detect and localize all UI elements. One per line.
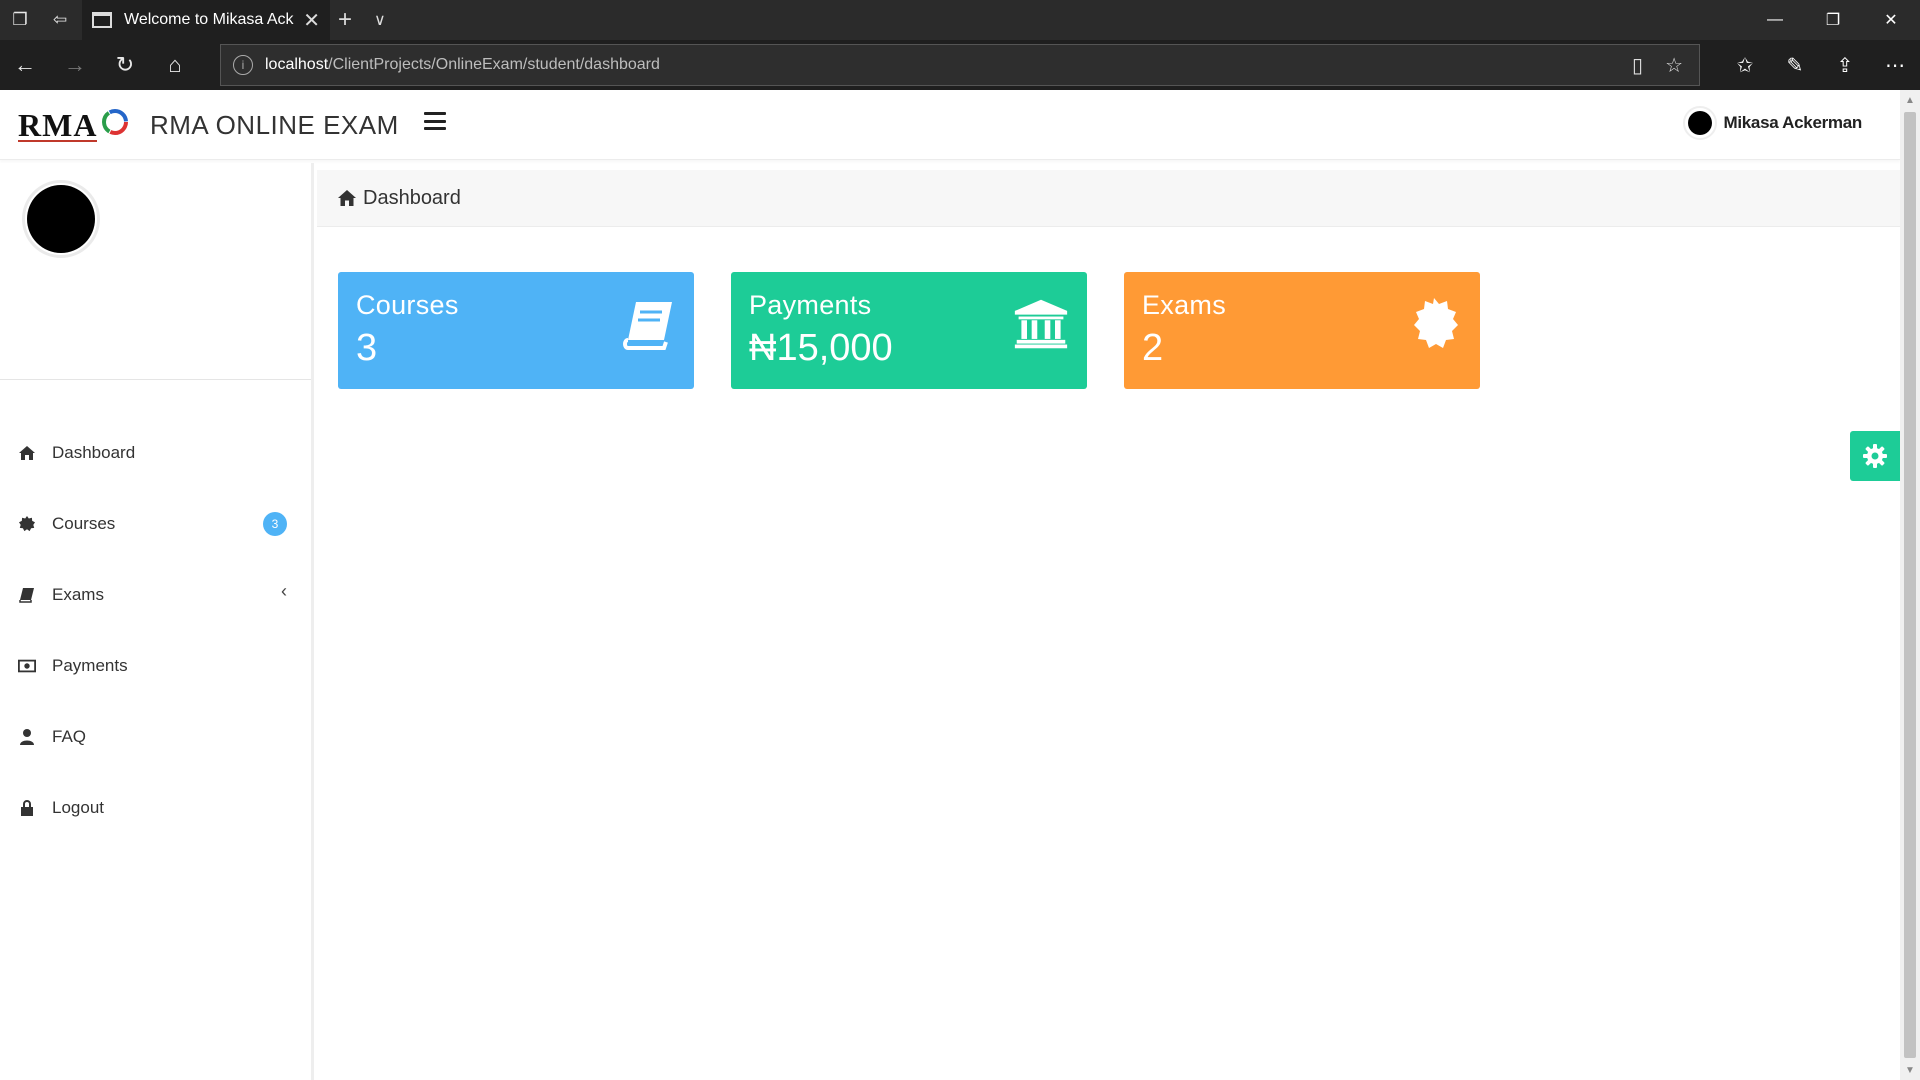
main-content: Dashboard Courses 3 Payments ₦15,000 Exa… (317, 170, 1900, 1080)
lock-icon (18, 799, 36, 817)
close-tab-icon[interactable]: ✕ (303, 8, 320, 33)
user-name: Mikasa Ackerman (1723, 113, 1862, 132)
sidebar-item-exams[interactable]: Exams ‹ (0, 559, 311, 630)
sidebar-item-payments[interactable]: Payments (0, 630, 311, 701)
stat-cards: Courses 3 Payments ₦15,000 Exams 2 (338, 272, 1480, 389)
certificate-icon (18, 515, 36, 533)
sidebar-item-faq[interactable]: FAQ (0, 701, 311, 772)
sidebar-menu: Dashboard Courses 3 Exams ‹ Payments FAQ… (0, 417, 311, 843)
url-host: localhost (265, 56, 329, 73)
sidebar: Dashboard Courses 3 Exams ‹ Payments FAQ… (0, 163, 314, 1080)
home-icon (18, 444, 36, 462)
sidebar-item-label: FAQ (52, 726, 87, 746)
home-icon (338, 190, 356, 206)
sidebar-item-label: Dashboard (52, 442, 136, 462)
book-icon (623, 302, 672, 350)
restore-icon[interactable]: ❐ (1804, 0, 1862, 40)
tab-sets-icon[interactable]: ❐ (0, 0, 40, 40)
home-icon[interactable]: ⌂ (150, 40, 200, 90)
sidebar-item-logout[interactable]: Logout (0, 772, 311, 843)
back-icon[interactable]: ← (0, 40, 50, 90)
browser-tab-bar: ❐ ⇦ Welcome to Mikasa Ack ✕ + ∨ — ❐ ✕ (0, 0, 1920, 40)
exams-card[interactable]: Exams 2 (1124, 272, 1480, 389)
user-icon (18, 728, 36, 746)
sidebar-item-courses[interactable]: Courses 3 (0, 488, 311, 559)
bank-icon (1014, 299, 1068, 349)
scroll-down-icon[interactable]: ▼ (1900, 1060, 1920, 1080)
payments-card[interactable]: Payments ₦15,000 (731, 272, 1087, 389)
tab-title: Welcome to Mikasa Ack (124, 11, 294, 28)
refresh-icon[interactable]: ↻ (100, 40, 150, 90)
sidebar-item-label: Courses (52, 513, 116, 533)
certificate-icon (1414, 298, 1458, 348)
favorites-icon[interactable]: ✩ (1720, 40, 1770, 90)
page-scrollbar[interactable]: ▲ ▼ (1900, 90, 1920, 1080)
money-icon (18, 657, 36, 675)
forward-icon[interactable]: → (50, 40, 100, 90)
gear-icon (1863, 444, 1887, 468)
top-navbar: RMA RMA ONLINE EXAM Mikasa Ackerman (0, 90, 1900, 160)
profile-avatar (22, 180, 100, 258)
chevron-left-icon[interactable]: ‹ (281, 581, 287, 602)
page-title: Dashboard (363, 186, 461, 209)
logo-text: RMA (18, 107, 98, 143)
reading-view-icon[interactable]: ▯ (1632, 53, 1643, 78)
user-menu[interactable]: Mikasa Ackerman (1683, 106, 1862, 140)
brand-title[interactable]: RMA ONLINE EXAM (150, 110, 399, 141)
scrollbar-thumb[interactable] (1904, 112, 1916, 1058)
sidebar-item-label: Payments (52, 655, 128, 675)
web-page: RMA RMA ONLINE EXAM Mikasa Ackerman Dash… (0, 90, 1920, 1080)
share-icon[interactable]: ⇪ (1820, 40, 1870, 90)
logo-swirl-icon (102, 109, 129, 135)
settings-toggle-button[interactable] (1850, 431, 1900, 481)
courses-card[interactable]: Courses 3 (338, 272, 694, 389)
more-icon[interactable]: ⋯ (1870, 40, 1920, 90)
address-bar[interactable]: i localhost /ClientProjects/OnlineExam/s… (220, 44, 1700, 86)
site-info-icon[interactable]: i (233, 55, 253, 75)
browser-nav-bar: ← → ↻ ⌂ i localhost /ClientProjects/Onli… (0, 40, 1920, 90)
browser-tab[interactable]: Welcome to Mikasa Ack ✕ (82, 0, 330, 40)
set-tabs-aside-icon[interactable]: ⇦ (40, 0, 80, 40)
sidebar-item-label: Logout (52, 797, 104, 817)
courses-count-badge: 3 (263, 512, 287, 536)
user-avatar (1683, 106, 1718, 140)
url-path: /ClientProjects/OnlineExam/student/dashb… (328, 56, 660, 73)
minimize-icon[interactable]: — (1746, 0, 1804, 40)
close-window-icon[interactable]: ✕ (1862, 0, 1920, 40)
new-tab-icon[interactable]: + (338, 6, 352, 34)
menu-toggle-icon[interactable] (424, 112, 446, 130)
breadcrumb: Dashboard (317, 170, 1900, 227)
notes-pen-icon[interactable]: ✎ (1770, 40, 1820, 90)
sidebar-item-dashboard[interactable]: Dashboard (0, 417, 311, 488)
tab-preview-chevron-icon[interactable]: ∨ (374, 10, 386, 30)
book-icon (18, 586, 36, 604)
sidebar-divider (0, 379, 311, 380)
favorite-star-icon[interactable]: ☆ (1665, 53, 1683, 78)
sidebar-item-label: Exams (52, 584, 104, 604)
rma-logo[interactable]: RMA (18, 100, 129, 142)
scroll-up-icon[interactable]: ▲ (1900, 90, 1920, 110)
page-icon (92, 12, 112, 28)
